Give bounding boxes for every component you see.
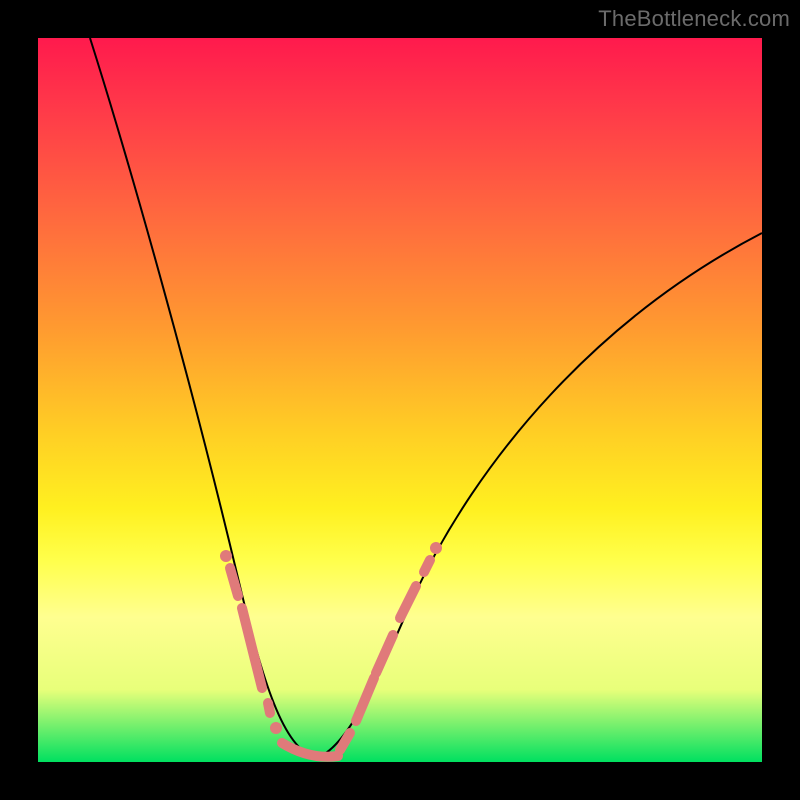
- bottleneck-curve: [38, 38, 762, 762]
- marker-dot: [220, 550, 232, 562]
- watermark-text: TheBottleneck.com: [598, 6, 790, 32]
- marker-segment-left: [242, 608, 262, 688]
- marker-segment-right: [376, 635, 393, 673]
- chart-frame: TheBottleneck.com: [0, 0, 800, 800]
- marker-dot: [430, 542, 442, 554]
- marker-segment-right: [356, 678, 374, 721]
- marker-segment-left: [268, 703, 270, 713]
- marker-segment-right: [424, 560, 430, 572]
- marker-dot: [270, 722, 282, 734]
- plot-area: [38, 38, 762, 762]
- curve-path: [90, 38, 762, 758]
- marker-group: [220, 542, 442, 757]
- marker-segment-right: [340, 733, 350, 750]
- marker-segment-right: [400, 586, 416, 618]
